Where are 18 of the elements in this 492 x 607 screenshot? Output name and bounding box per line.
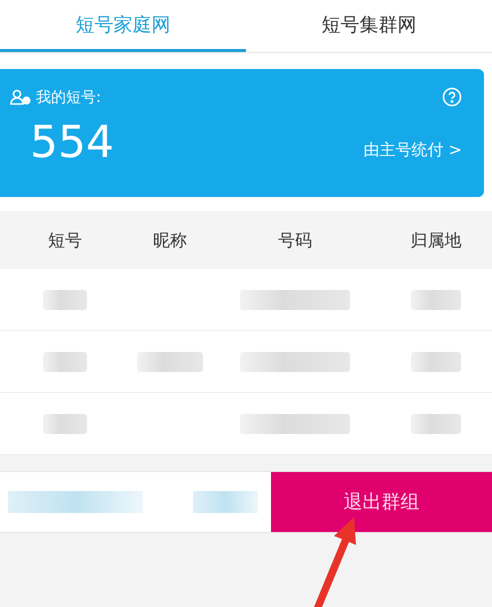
user-icon bbox=[10, 89, 32, 105]
column-header: 归属地 bbox=[410, 230, 462, 252]
quit-group-button[interactable]: 退出群组 bbox=[271, 472, 492, 532]
payment-link[interactable]: 由主号统付 > bbox=[364, 140, 462, 161]
tab[interactable]: 短号集群网 bbox=[246, 0, 492, 52]
blurred-text bbox=[411, 290, 461, 310]
column-header: 号码 bbox=[277, 230, 313, 252]
short-number: 554 bbox=[30, 121, 114, 165]
column-header: 昵称 bbox=[152, 230, 188, 252]
card-title: 我的短号: bbox=[36, 88, 102, 106]
blurred-text bbox=[411, 414, 461, 434]
help-icon[interactable] bbox=[442, 87, 462, 107]
blurred-text bbox=[43, 352, 87, 372]
column-header: 短号 bbox=[47, 230, 83, 252]
blurred-text bbox=[43, 414, 87, 434]
blurred-text bbox=[411, 352, 461, 372]
blurred-text bbox=[193, 491, 258, 513]
blurred-text bbox=[43, 290, 87, 310]
